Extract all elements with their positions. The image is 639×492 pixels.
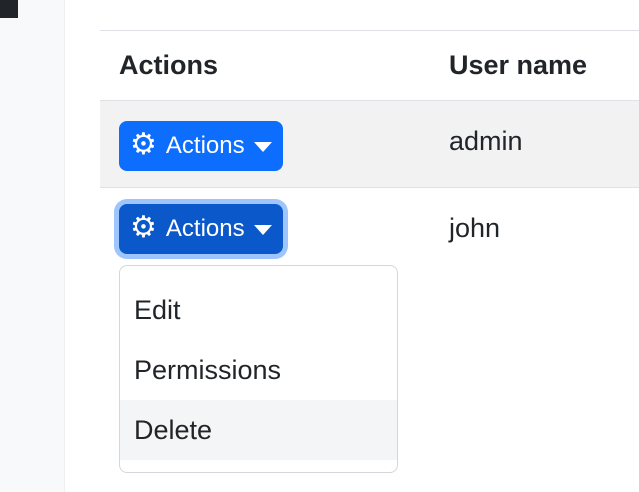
chevron-down-icon [253, 142, 272, 152]
actions-dropdown-menu: Edit Permissions Delete [119, 265, 398, 473]
column-header-username: User name [430, 30, 639, 101]
menu-item-delete[interactable]: Delete [120, 400, 397, 460]
actions-dropdown-button-open[interactable]: ⚙ Actions [119, 204, 283, 254]
username-cell: john [449, 213, 501, 243]
menu-item-edit[interactable]: Edit [120, 280, 397, 340]
username-cell: admin [430, 100, 639, 188]
table-row: ⚙ Actions Edit Permissions Delete john [100, 188, 639, 492]
column-header-actions: Actions [100, 30, 430, 101]
gear-icon: ⚙ [130, 128, 157, 161]
menu-item-permissions[interactable]: Permissions [120, 340, 397, 400]
actions-cell: ⚙ Actions [100, 100, 430, 188]
table-row: ⚙ Actions admin [100, 100, 639, 188]
app-root: Actions User name ⚙ Actions admin ⚙ Acti… [0, 0, 639, 492]
actions-cell: ⚙ Actions Edit Permissions Delete [100, 188, 430, 492]
sidebar [0, 0, 65, 492]
navbar-corner [0, 0, 18, 18]
actions-dropdown-button[interactable]: ⚙ Actions [119, 121, 283, 171]
actions-button-label: Actions [165, 132, 245, 159]
chevron-down-icon [253, 225, 272, 235]
users-table-container: Actions User name ⚙ Actions admin ⚙ Acti… [100, 30, 639, 492]
table-header-row: Actions User name [100, 30, 639, 101]
gear-icon: ⚙ [130, 211, 157, 244]
actions-button-label: Actions [165, 215, 245, 242]
users-table: Actions User name ⚙ Actions admin ⚙ Acti… [100, 30, 639, 492]
